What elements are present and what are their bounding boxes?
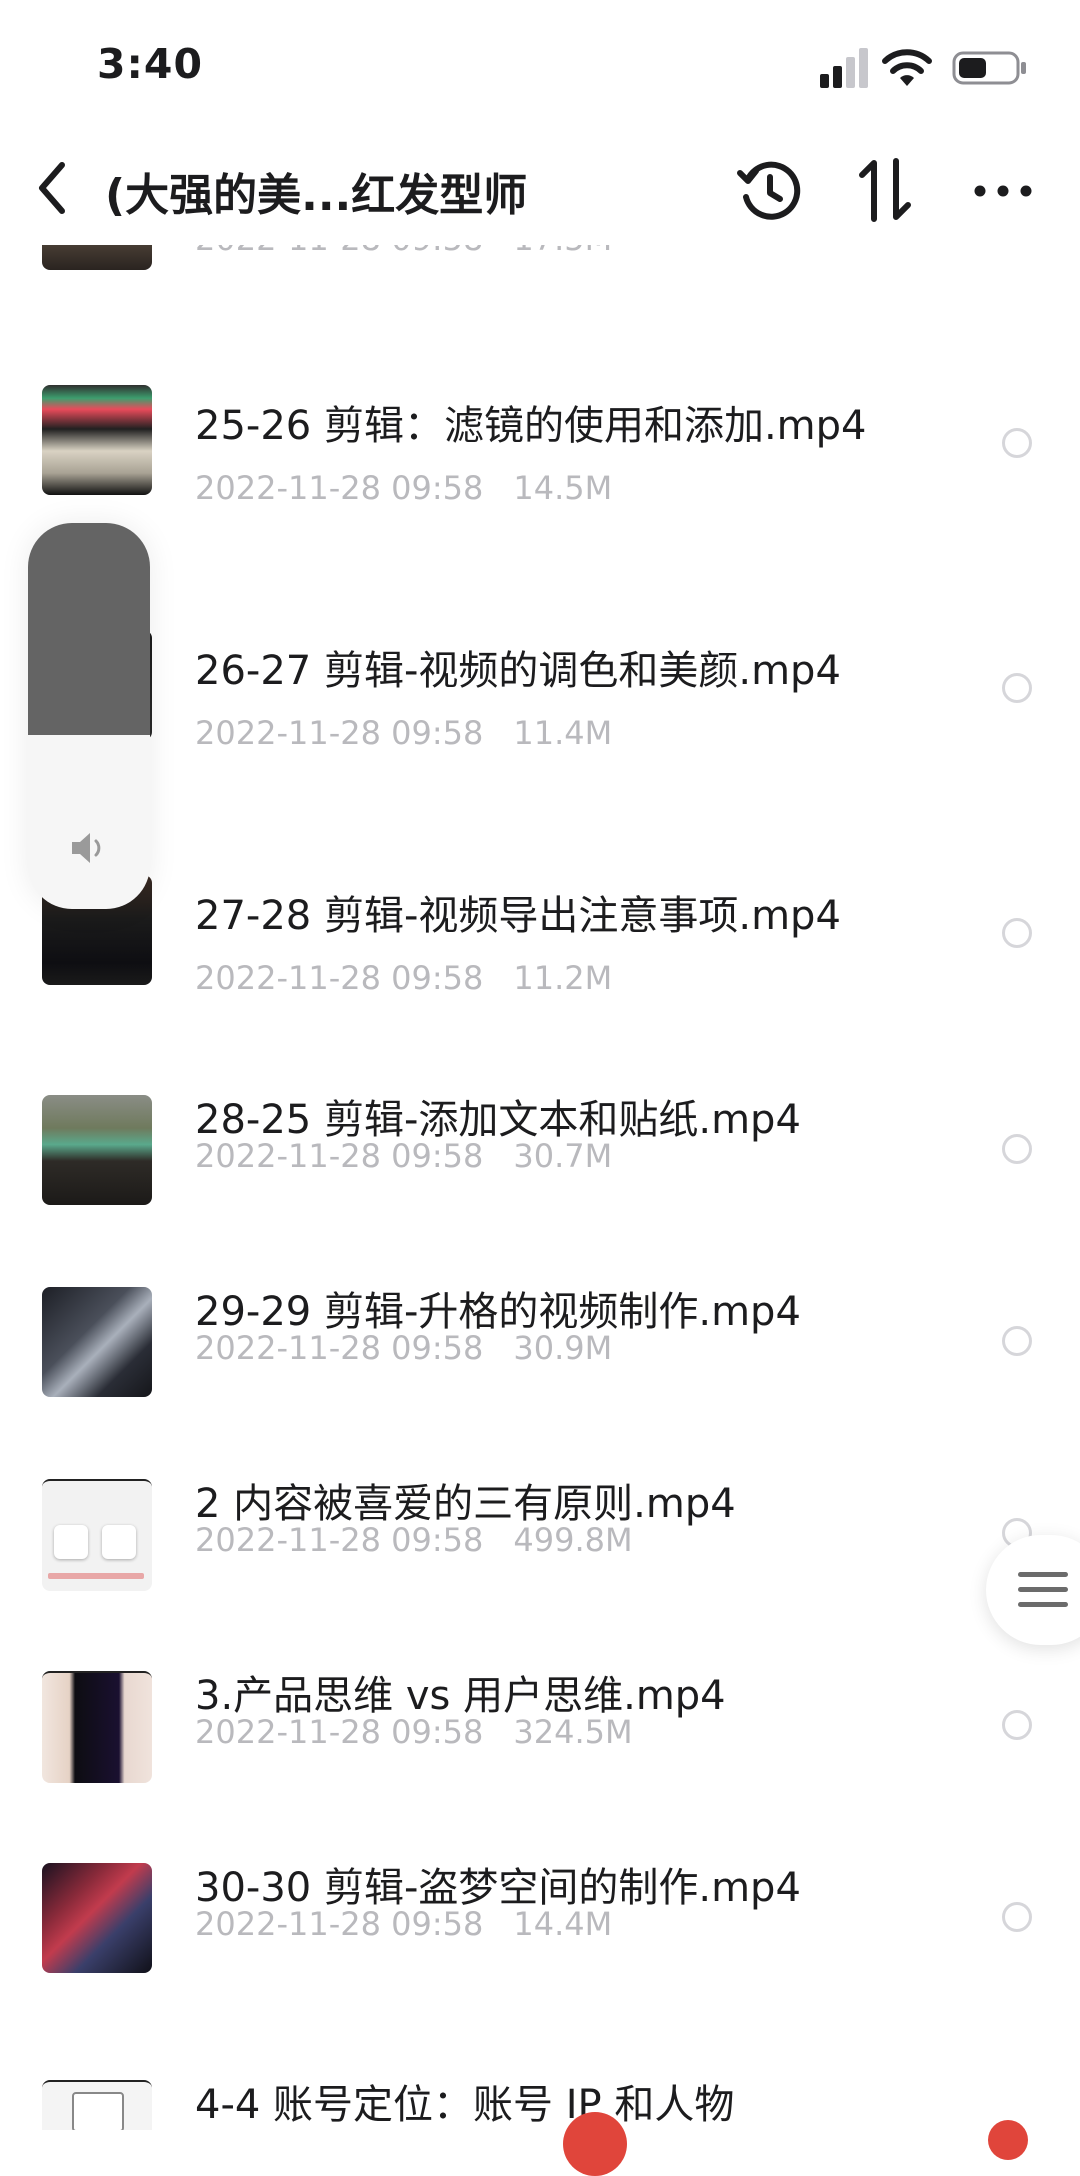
page-title: (大强的美...红发型师: [105, 170, 528, 221]
file-meta: 2022-11-28 09:58 14.4M: [195, 1905, 612, 1943]
more-dots-icon[interactable]: [970, 157, 1036, 223]
select-checkbox[interactable]: [1002, 1710, 1032, 1740]
file-meta: 2022-11-28 09:58 17.5M: [195, 245, 612, 258]
video-thumbnail: [42, 1479, 152, 1591]
file-date: 2022-11-28 09:58: [195, 1329, 484, 1367]
file-meta: 2022-11-28 09:58 30.9M: [195, 1329, 612, 1367]
list-item[interactable]: 26-27 剪辑-视频的调色和美颜.mp4 2022-11-28 09:58 11…: [0, 630, 1080, 780]
file-date: 2022-11-28 09:58: [195, 1137, 484, 1175]
file-date: 2022-11-28 09:58: [195, 1713, 484, 1751]
select-checkbox[interactable]: [1002, 428, 1032, 458]
file-name: 4-4 账号定位：账号 IP 和人物: [195, 2082, 735, 2128]
list-item[interactable]: 25-26 剪辑：滤镜的使用和添加.mp4 2022-11-28 09:58 14…: [0, 385, 1080, 535]
file-size: 17.5M: [513, 245, 612, 258]
wifi-icon: [882, 49, 932, 86]
file-date: 2022-11-28 09:58: [195, 959, 484, 997]
select-checkbox[interactable]: [1002, 1134, 1032, 1164]
speaker-icon: [72, 833, 101, 863]
file-name: 27-28 剪辑-视频导出注意事项.mp4: [195, 893, 841, 939]
file-meta: 2022-11-28 09:58 14.5M: [195, 469, 612, 507]
notification-badge: [988, 2120, 1028, 2160]
select-checkbox[interactable]: [1002, 1902, 1032, 1932]
video-thumbnail: [42, 1287, 152, 1397]
file-size: 324.5M: [513, 1713, 633, 1751]
select-checkbox[interactable]: [1002, 1326, 1032, 1356]
file-date: 2022-11-28 09:58: [195, 245, 483, 258]
battery-icon: [952, 51, 1026, 85]
file-meta: 2022-11-28 09:58 499.8M: [195, 1521, 633, 1559]
video-thumbnail: [42, 385, 152, 495]
file-date: 2022-11-28 09:58: [195, 714, 484, 752]
file-meta: 2022-11-28 09:58 11.4M: [195, 714, 612, 752]
select-checkbox[interactable]: [1002, 673, 1032, 703]
file-date: 2022-11-28 09:58: [195, 1905, 484, 1943]
list-item[interactable]: 29-29 剪辑-升格的视频制作.mp4 2022-11-28 09:58 30.…: [0, 1287, 1080, 1437]
file-date: 2022-11-28 09:58: [195, 1521, 484, 1559]
list-item[interactable]: 30-30 剪辑-盗梦空间的制作.mp4 2022-11-28 09:58 14.…: [0, 1863, 1080, 2013]
history-clock-icon[interactable]: [736, 157, 802, 223]
video-thumbnail: [42, 1671, 152, 1783]
volume-level-fill: [28, 523, 150, 736]
list-item[interactable]: 4-4 账号定位：账号 IP 和人物: [0, 2080, 1080, 2130]
file-size: 30.7M: [513, 1137, 613, 1175]
volume-hud[interactable]: [28, 523, 150, 909]
file-size: 14.5M: [513, 469, 613, 507]
video-thumbnail: [42, 1095, 152, 1205]
menu-lines-icon: [1018, 1572, 1068, 1607]
file-meta: 2022-11-28 09:58 324.5M: [195, 1713, 633, 1751]
select-checkbox[interactable]: [1002, 918, 1032, 948]
sort-arrows-icon[interactable]: [852, 155, 918, 225]
video-thumbnail: [42, 1863, 152, 1973]
list-item[interactable]: 2022-11-28 09:58 17.5M: [0, 245, 1080, 290]
list-item[interactable]: 27-28 剪辑-视频导出注意事项.mp4 2022-11-28 09:58 11…: [0, 875, 1080, 1025]
file-size: 14.4M: [513, 1905, 613, 1943]
file-list: 2022-11-28 09:58 17.5M 25-26 剪辑：滤镜的使用和添加.…: [0, 245, 1080, 2130]
notification-badge: [563, 2112, 627, 2176]
file-size: 11.4M: [513, 714, 613, 752]
file-date: 2022-11-28 09:58: [195, 469, 484, 507]
video-thumbnail: [42, 245, 152, 270]
file-meta: 2022-11-28 09:58 30.7M: [195, 1137, 612, 1175]
file-size: 499.8M: [513, 1521, 633, 1559]
file-meta: 2022-11-28 09:58 11.2M: [195, 959, 612, 997]
file-size: 30.9M: [513, 1329, 613, 1367]
file-size: 11.2M: [513, 959, 613, 997]
list-item[interactable]: 28-25 剪辑-添加文本和贴纸.mp4 2022-11-28 09:58 30.…: [0, 1095, 1080, 1245]
file-name: 26-27 剪辑-视频的调色和美颜.mp4: [195, 648, 841, 694]
status-time: 3:40: [97, 40, 203, 88]
video-thumbnail: [42, 2080, 152, 2130]
back-chevron-icon[interactable]: [28, 155, 78, 221]
list-item[interactable]: 3.产品思维 vs 用户思维.mp4 2022-11-28 09:58 324.5…: [0, 1671, 1080, 1821]
header: (大强的美...红发型师: [0, 135, 1080, 245]
status-bar: 3:40: [0, 0, 1080, 135]
signal-icon: [820, 48, 868, 88]
list-item[interactable]: 2 内容被喜爱的三有原则.mp4 2022-11-28 09:58 499.8M: [0, 1479, 1080, 1629]
file-name: 25-26 剪辑：滤镜的使用和添加.mp4: [195, 403, 867, 449]
